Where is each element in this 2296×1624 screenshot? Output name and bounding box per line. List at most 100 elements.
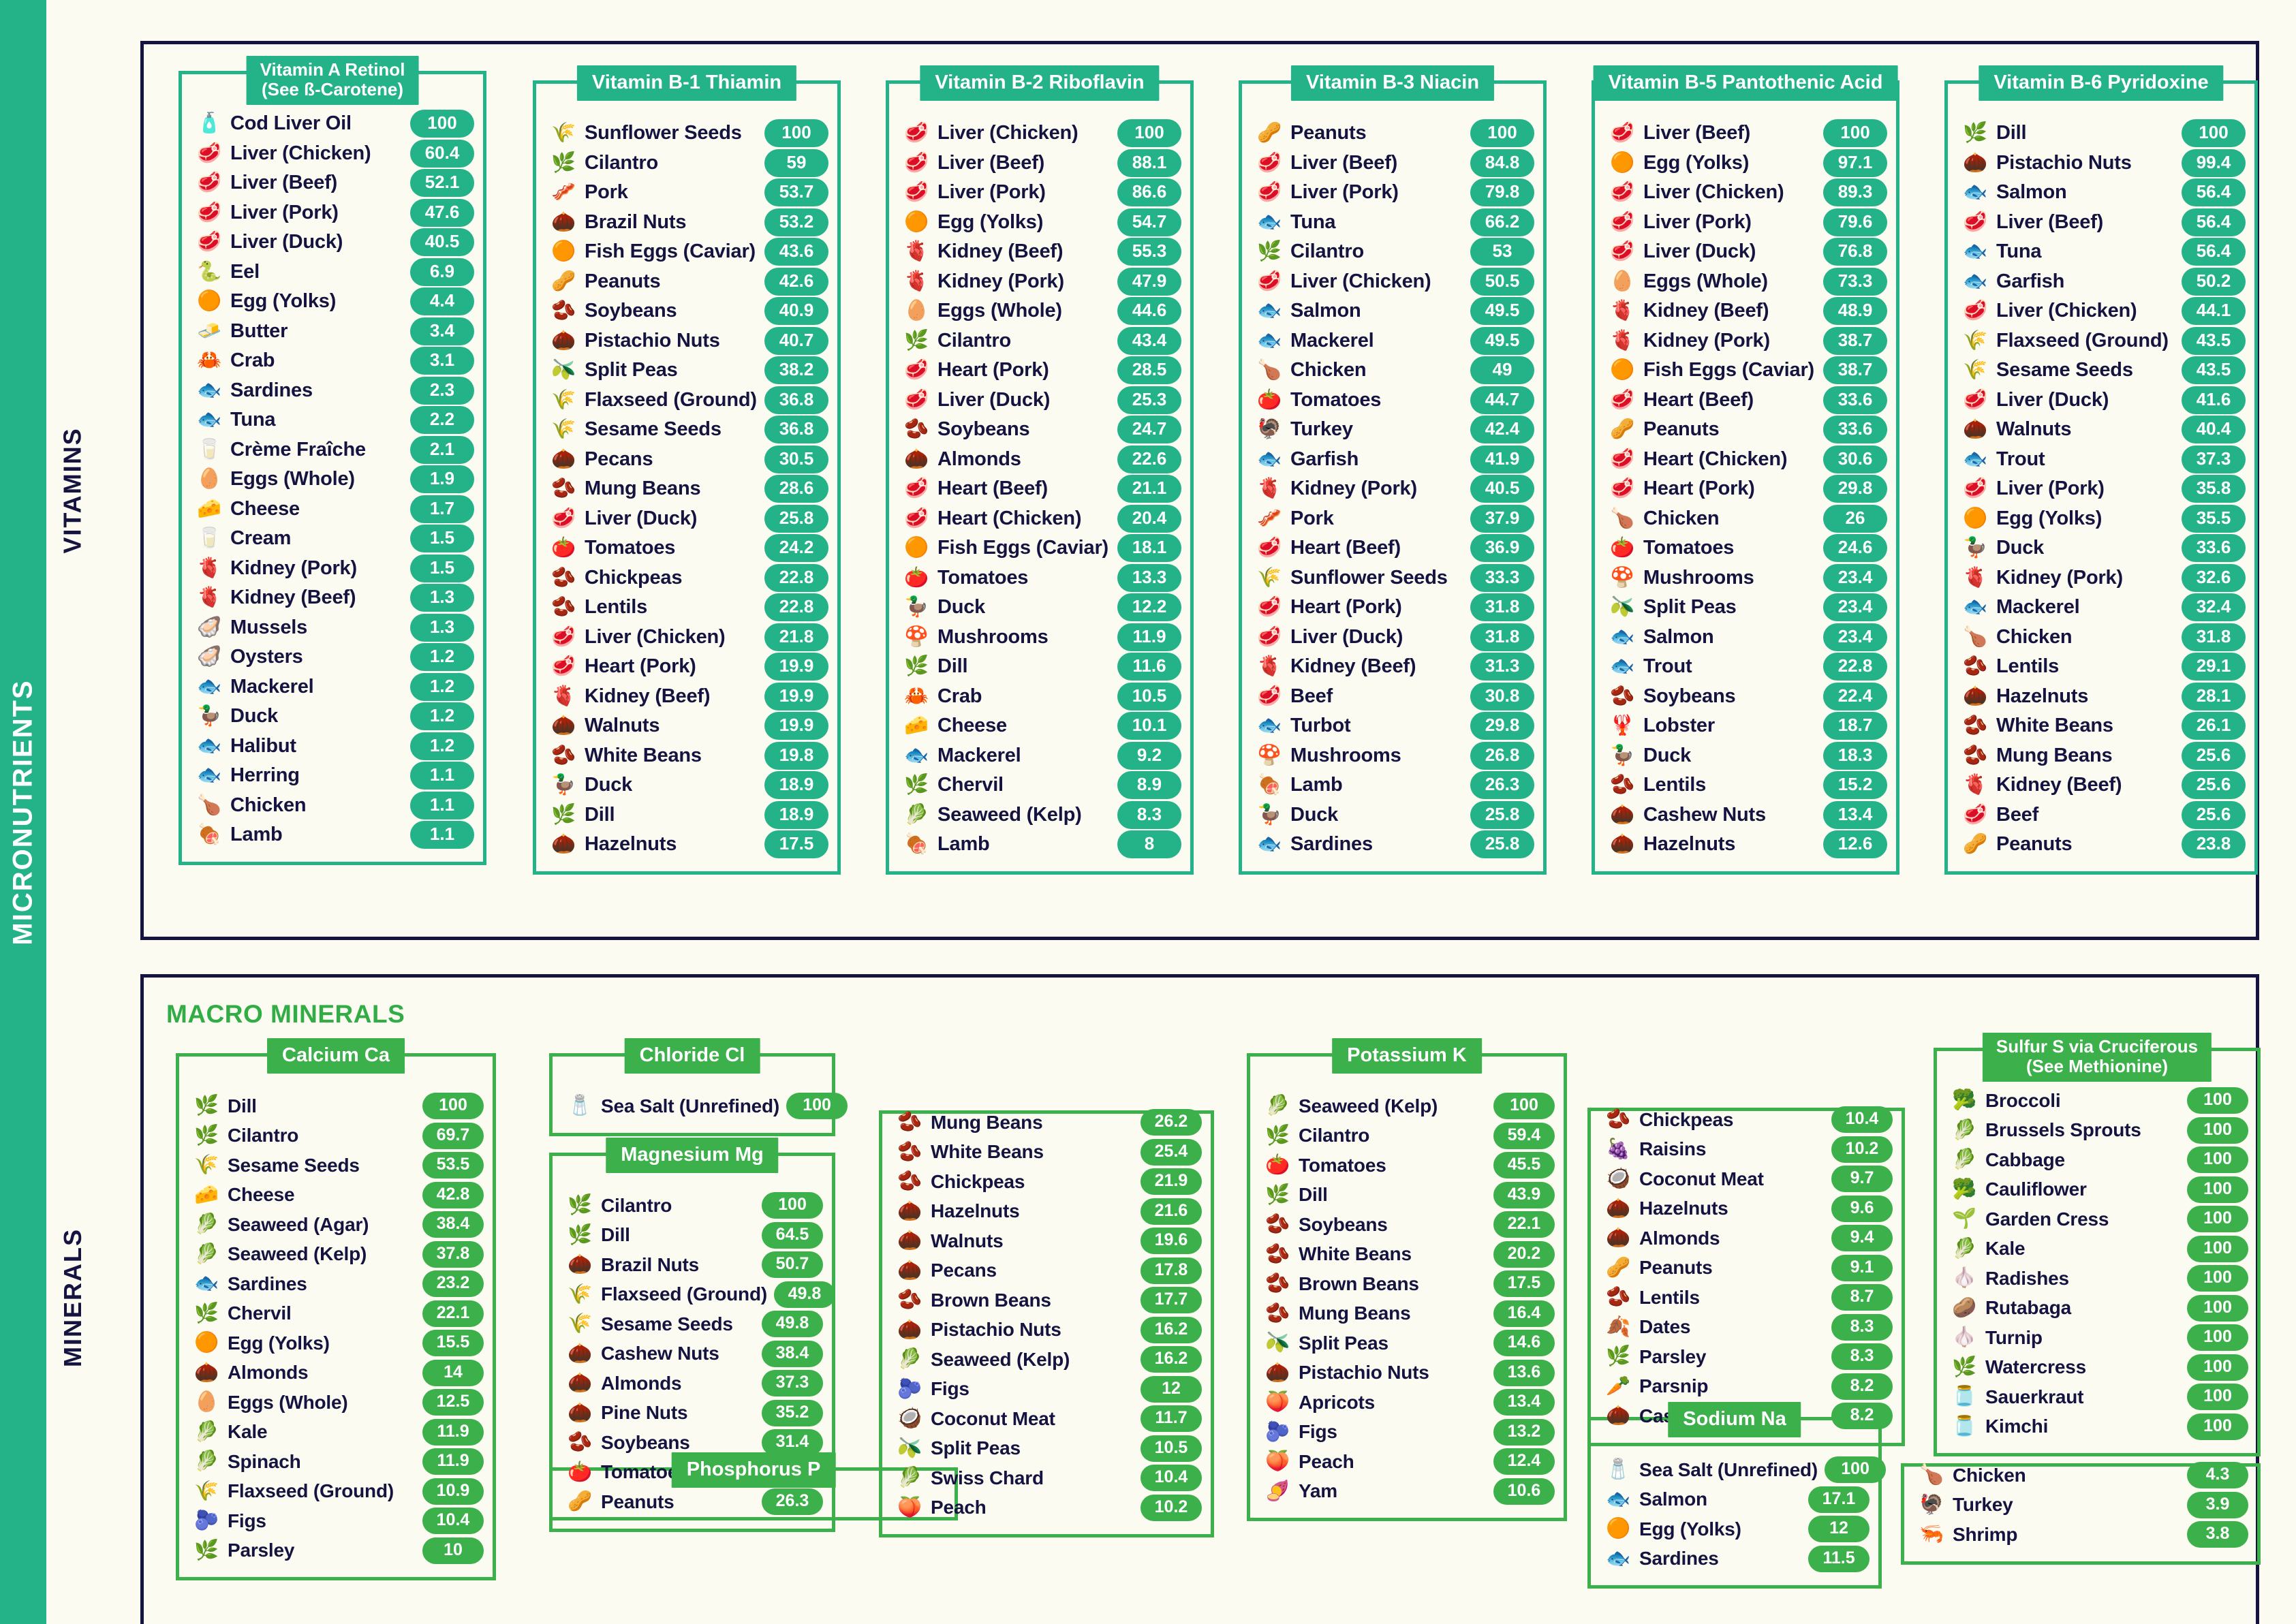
garden-cress-icon: 🌱: [1951, 1208, 1977, 1230]
liver-icon: 🥩: [550, 507, 576, 529]
food-name: Sunflower Seeds: [585, 122, 742, 144]
panel-rows: 🥬 Seaweed (Kelp) 100 🌿 Cilantro 59.4 🍅 Tomatoes…: [1247, 1091, 1567, 1506]
food-row: 🟠 Egg (Yolks) 97.1: [1592, 149, 1899, 178]
food-row: 🥚 Eggs (Whole) 73.3: [1592, 267, 1899, 297]
peanuts-icon: 🥜: [1962, 833, 1988, 856]
food-name: Crab: [230, 349, 275, 372]
food-name: Heart (Pork): [937, 359, 1049, 381]
food-name: Sardines: [230, 379, 313, 401]
food-name: Liver (Pork): [937, 181, 1046, 204]
panel-rows: 🧴 Cod Liver Oil 100 🥩 Liver (Chicken) 60.4 🥩 Li…: [179, 109, 486, 850]
food-row: 🌰 Hazelnuts 28.1: [1944, 682, 2258, 712]
liver-icon: 🥩: [903, 181, 929, 204]
food-name: Turbot: [1290, 715, 1351, 737]
broccoli-icon: 🥦: [1951, 1089, 1977, 1112]
food-name: Soybeans: [937, 418, 1030, 441]
food-name: Shrimp: [1953, 1523, 2018, 1545]
food-row: 🐟 Tuna 2.2: [179, 405, 486, 435]
food-value-badge: 26.1: [2182, 712, 2246, 740]
tuna-icon: 🐟: [1962, 240, 1988, 263]
food-value-badge: 38.7: [1823, 326, 1887, 355]
food-value-badge: 100: [2187, 1206, 2248, 1233]
food-row: 🥔 Rutabaga 100: [1934, 1294, 2261, 1324]
food-name: Soybeans: [1643, 685, 1736, 707]
food-value-badge: 2.3: [410, 376, 474, 405]
food-value-badge: 47.9: [1117, 267, 1181, 296]
food-row: 🫀 Kidney (Pork) 47.9: [886, 267, 1194, 297]
cashew-nuts-icon: 🌰: [567, 1342, 593, 1364]
salmon-icon: 🐟: [1962, 181, 1988, 204]
panel-title-chloride: Chloride Cl: [624, 1038, 760, 1074]
food-name: Lentils: [1639, 1286, 1700, 1308]
food-row: 🫘 Chickpeas 10.4: [1587, 1105, 1905, 1135]
sunflower-seeds-icon: 🌾: [550, 122, 576, 144]
food-row: 🫀 Kidney (Beef) 48.9: [1592, 296, 1899, 326]
liver-icon: 🥩: [1609, 181, 1635, 204]
liver-icon: 🥩: [903, 151, 929, 174]
food-name: Egg (Yolks): [1643, 151, 1750, 174]
food-value-badge: 21.6: [1141, 1198, 1202, 1225]
egg-yolk-icon: 🟠: [1605, 1518, 1631, 1540]
food-value-badge: 33.6: [1823, 416, 1887, 444]
cheese-icon: 🧀: [196, 497, 222, 520]
food-value-badge: 22.1: [422, 1300, 484, 1327]
mussels-icon: 🦪: [196, 616, 222, 638]
food-value-badge: 30.5: [764, 445, 828, 473]
food-value-badge: 11.6: [1117, 653, 1181, 681]
food-row: 🥩 Liver (Duck) 25.3: [886, 386, 1194, 416]
food-name: Pecans: [931, 1260, 997, 1281]
duck-icon: 🦆: [1609, 744, 1635, 766]
food-value-badge: 1.5: [410, 525, 474, 553]
cilantro-icon: 🌿: [567, 1194, 593, 1217]
food-row: 🌿 Dill 18.9: [533, 800, 841, 830]
food-value-badge: 47.6: [410, 198, 474, 227]
food-name: Mung Beans: [931, 1111, 1043, 1133]
food-name: Lamb: [1290, 774, 1343, 796]
food-name: Tuna: [230, 409, 276, 431]
food-value-badge: 31.3: [1470, 653, 1534, 681]
panel-title-vitamin-b1: Vitamin B-1 Thiamin: [576, 65, 797, 102]
food-name: Liver (Duck): [585, 507, 698, 529]
food-value-badge: 40.9: [764, 297, 828, 326]
caviar-icon: 🟠: [903, 537, 929, 559]
food-row: 🐟 Halibut 1.2: [179, 732, 486, 762]
food-name: Brazil Nuts: [601, 1253, 700, 1275]
food-row: 🫀 Kidney (Beef) 31.3: [1239, 652, 1547, 682]
panel-rows: 🫘 Chickpeas 10.4 🍇 Raisins 10.2 🥥 Coconut Meat 9…: [1587, 1105, 1905, 1431]
food-row: 🫘 White Beans 19.8: [533, 741, 841, 771]
food-name: Kidney (Beef): [1996, 774, 2122, 796]
food-name: Garfish: [1996, 270, 2065, 292]
food-value-badge: 23.4: [1823, 623, 1887, 651]
food-row: 🌱 Garden Cress 100: [1934, 1204, 2261, 1234]
food-value-badge: 2.2: [410, 406, 474, 435]
food-row: 🫘 Soybeans 40.9: [533, 296, 841, 326]
food-row: 🌿 Watercress 100: [1934, 1353, 2261, 1383]
food-name: Liver (Chicken): [1643, 181, 1784, 204]
food-value-badge: 86.6: [1117, 178, 1181, 207]
tomato-icon: 🍅: [1609, 537, 1635, 559]
food-name: Chervil: [937, 774, 1004, 796]
heart-icon: 🥩: [903, 507, 929, 529]
food-value-badge: 1.1: [410, 821, 474, 849]
food-value-badge: 21.9: [1141, 1168, 1202, 1196]
lentils-icon: 🫘: [1962, 655, 1988, 678]
food-row: 🥬 Seaweed (Kelp) 8.3: [886, 800, 1194, 830]
pecans-icon: 🌰: [550, 448, 576, 470]
food-name: Turnip: [1985, 1326, 2043, 1348]
food-row: 🫀 Kidney (Pork) 1.5: [179, 554, 486, 584]
food-row: 🥩 Liver (Chicken) 60.4: [179, 139, 486, 169]
food-value-badge: 25.8: [764, 504, 828, 533]
food-row: 🌿 Parsley 8.3: [1587, 1342, 1905, 1372]
panel-rows: 🌿 Dill 100 🌿 Cilantro 69.7 🌾 Sesame Seeds 53.5 🧀 C…: [176, 1091, 496, 1565]
butter-icon: 🧈: [196, 319, 222, 342]
food-name: Peanuts: [1290, 122, 1367, 144]
halibut-icon: 🐟: [196, 734, 222, 757]
food-value-badge: 26.2: [1141, 1109, 1202, 1136]
panel-title-sulfur: Sulfur S via Cruciferous (See Methionine): [1982, 1033, 2212, 1082]
food-value-badge: 3.1: [410, 347, 474, 375]
food-name: Eggs (Whole): [1643, 270, 1768, 292]
panel-rows: 🍗 Chicken 4.3 🦃 Turkey 3.9 🦐 Shrimp 3.8: [1901, 1461, 2261, 1550]
food-name: Dill: [937, 655, 968, 678]
heart-icon: 🥩: [903, 478, 929, 500]
food-value-badge: 31.8: [2182, 623, 2246, 651]
